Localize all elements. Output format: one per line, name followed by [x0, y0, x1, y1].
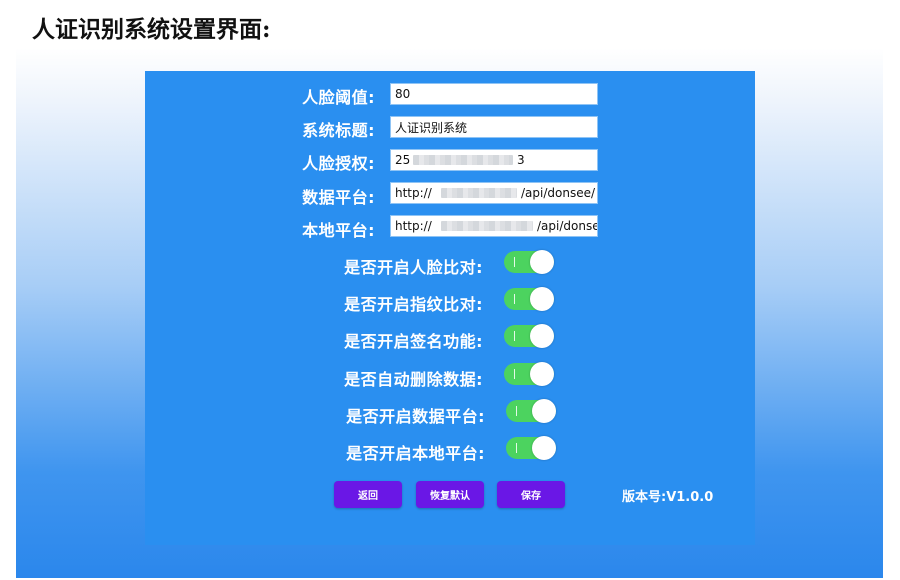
redacted-mask — [441, 221, 533, 231]
data-platform-prefix: http:// — [395, 186, 432, 200]
signature-toggle[interactable] — [504, 324, 554, 348]
face-threshold-input[interactable] — [390, 83, 598, 105]
face-license-label: 人脸授权: — [302, 154, 375, 173]
local-platform-input[interactable]: http:// /api/donsee — [390, 215, 598, 237]
face-license-prefix: 25 — [395, 153, 411, 167]
auto-delete-toggle[interactable] — [504, 362, 554, 386]
local-platform-suffix: /api/donsee — [537, 219, 597, 233]
face-compare-label: 是否开启人脸比对: — [344, 258, 483, 277]
data-platform-toggle-label: 是否开启数据平台: — [346, 407, 485, 426]
toggle-on-indicator — [514, 294, 515, 304]
data-platform-label: 数据平台: — [302, 188, 375, 207]
back-button[interactable]: 返回 — [334, 481, 402, 508]
face-license-suffix: 3 — [517, 153, 525, 167]
local-platform-toggle-label: 是否开启本地平台: — [346, 444, 485, 463]
data-platform-suffix: /api/donsee/ — [521, 186, 596, 200]
signature-label: 是否开启签名功能: — [344, 332, 483, 351]
face-license-input[interactable]: 25 3 — [390, 149, 598, 171]
page-heading: 人证识别系统设置界面: — [32, 16, 271, 43]
system-title-label: 系统标题: — [302, 121, 375, 140]
system-title-input[interactable] — [390, 116, 598, 138]
auto-delete-label: 是否自动删除数据: — [344, 370, 483, 389]
fingerprint-compare-label: 是否开启指纹比对: — [344, 295, 483, 314]
fingerprint-compare-toggle[interactable] — [504, 287, 554, 311]
toggle-on-indicator — [514, 331, 515, 341]
local-platform-label: 本地平台: — [302, 221, 375, 240]
toggle-knob — [530, 287, 554, 311]
redacted-mask — [441, 188, 517, 198]
toggle-knob — [532, 399, 556, 423]
redacted-mask — [413, 155, 513, 165]
toggle-knob — [530, 250, 554, 274]
toggle-on-indicator — [516, 406, 517, 416]
local-platform-toggle[interactable] — [506, 436, 556, 460]
data-platform-toggle[interactable] — [506, 399, 556, 423]
toggle-knob — [530, 362, 554, 386]
local-platform-prefix: http:// — [395, 219, 432, 233]
face-compare-toggle[interactable] — [504, 250, 554, 274]
save-button[interactable]: 保存 — [497, 481, 565, 508]
face-threshold-label: 人脸阈值: — [302, 88, 375, 107]
data-platform-input[interactable]: http:// /api/donsee/ — [390, 182, 598, 204]
toggle-knob — [532, 436, 556, 460]
toggle-on-indicator — [514, 369, 515, 379]
restore-default-button[interactable]: 恢复默认 — [416, 481, 484, 508]
toggle-on-indicator — [516, 443, 517, 453]
version-label: 版本号:V1.0.0 — [622, 490, 714, 505]
toggle-knob — [530, 324, 554, 348]
toggle-on-indicator — [514, 257, 515, 267]
